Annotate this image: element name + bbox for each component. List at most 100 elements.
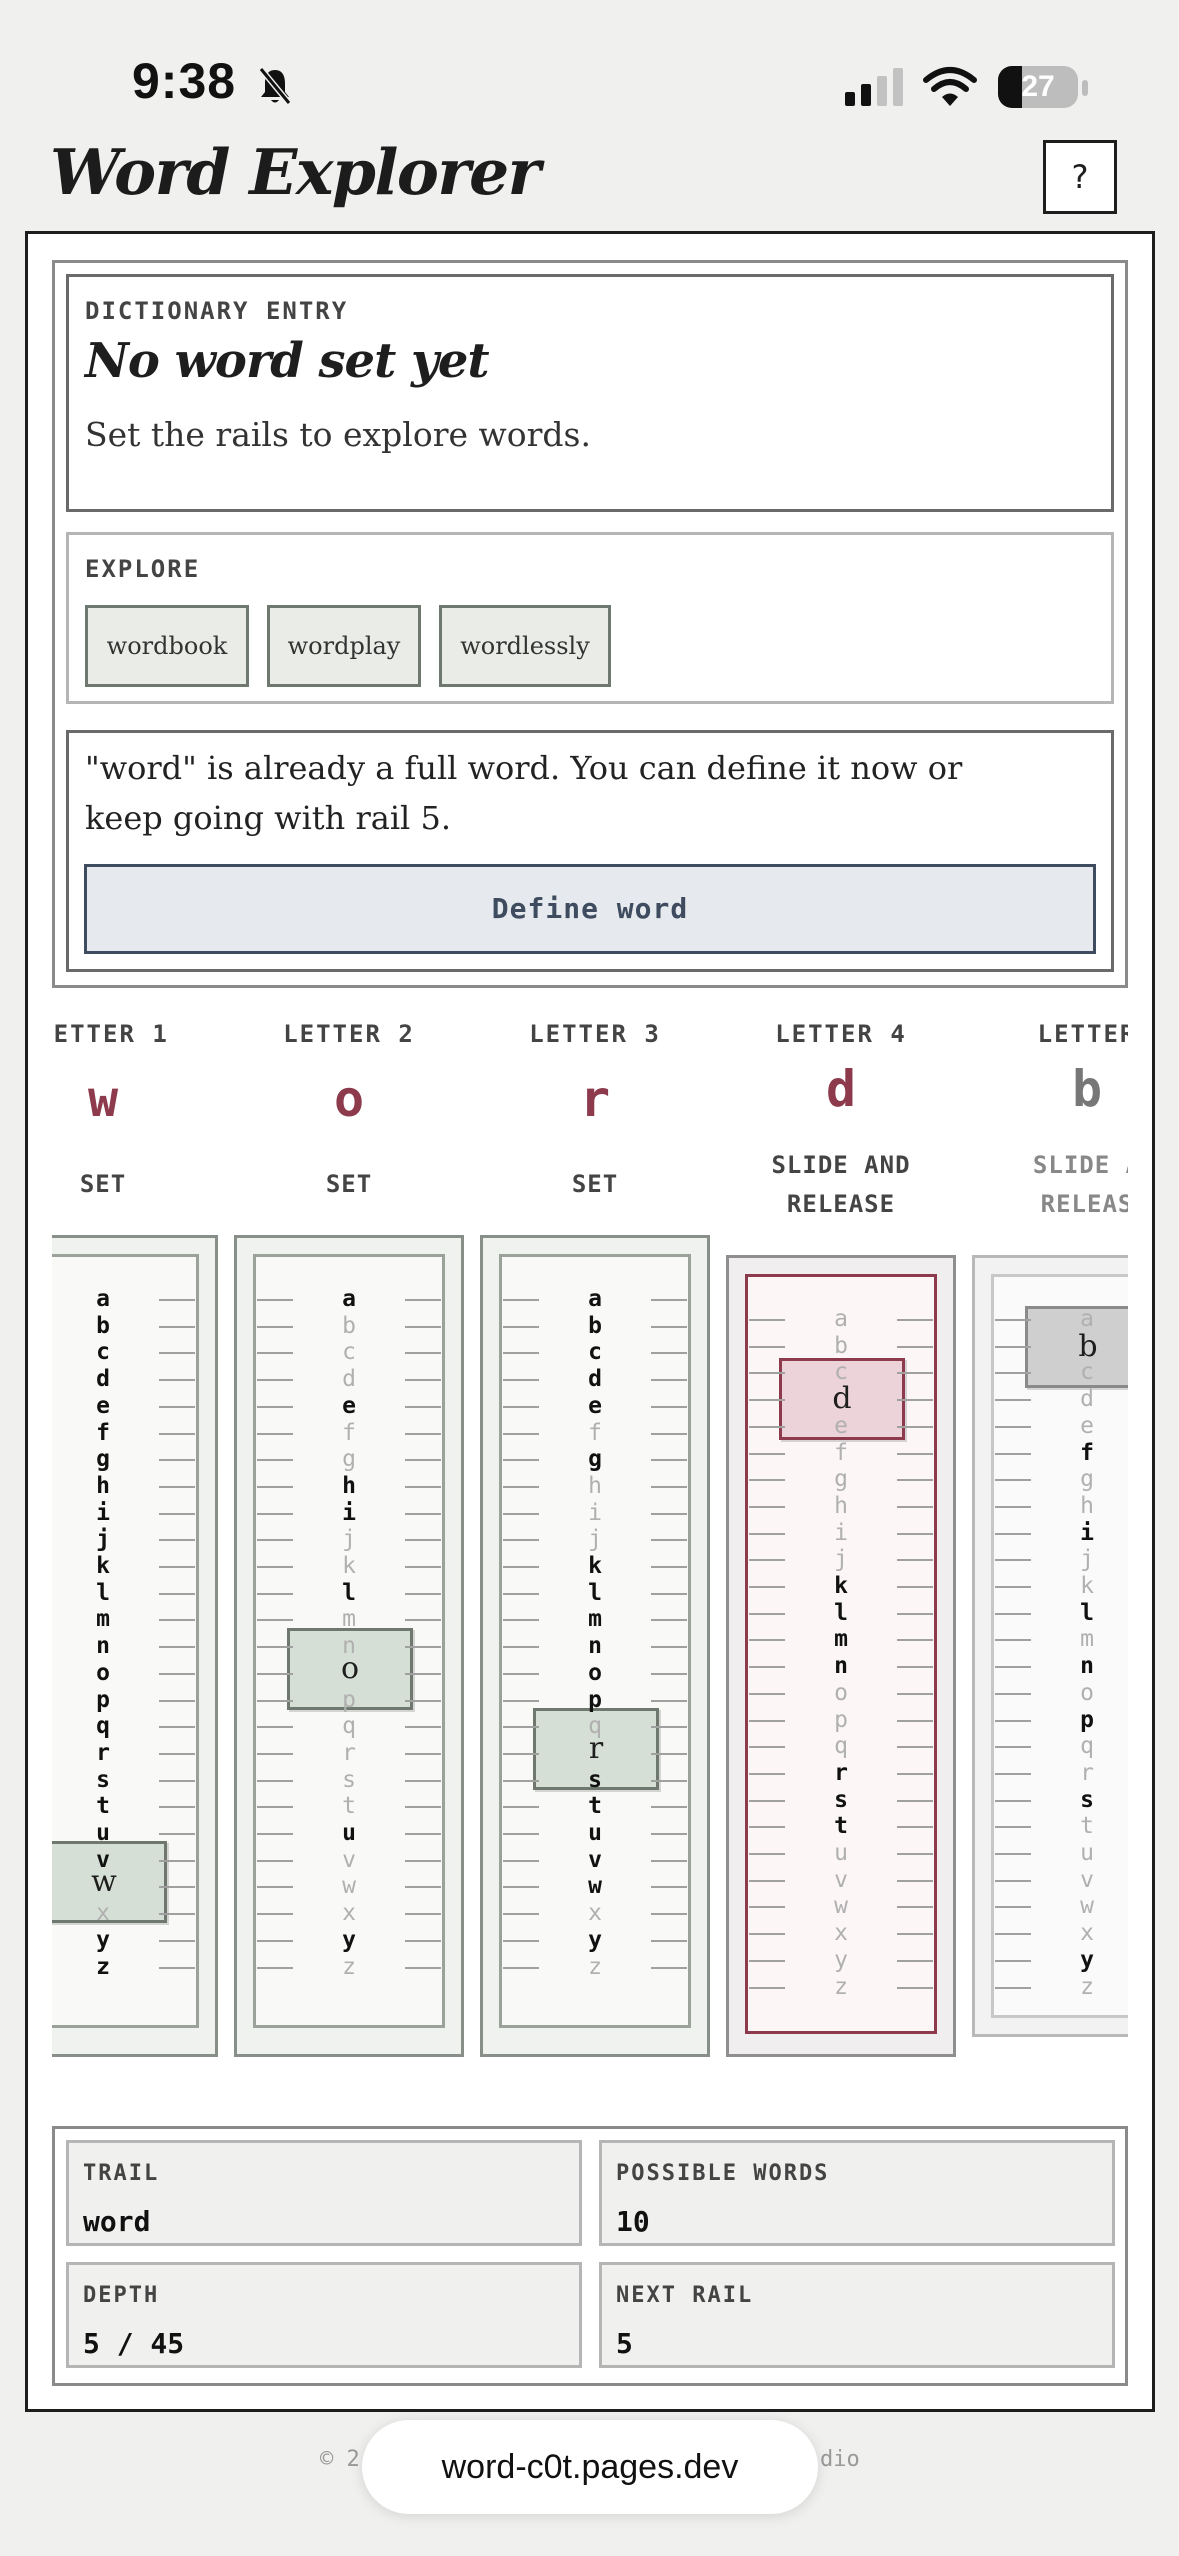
rail-letter-p[interactable]: p [746, 1707, 936, 1734]
rail-letter-m[interactable]: m [254, 1606, 444, 1633]
rail-letter-q[interactable]: q [52, 1713, 198, 1740]
rail-letter-c[interactable]: c [746, 1359, 936, 1386]
help-button[interactable]: ? [1043, 140, 1117, 214]
rail-letter-v[interactable]: v [992, 1867, 1128, 1894]
explore-chip-wordlessly[interactable]: wordlessly [439, 605, 611, 687]
rail-letter-e[interactable]: e [52, 1393, 198, 1420]
rail-letter-s[interactable]: s [746, 1787, 936, 1814]
rail-letter-b[interactable]: b [746, 1333, 936, 1360]
rail-letter-s[interactable]: s [500, 1767, 690, 1794]
rail-letter-h[interactable]: h [500, 1473, 690, 1500]
rail-letter-x[interactable]: x [52, 1900, 198, 1927]
rail-letter-d[interactable]: d [992, 1386, 1128, 1413]
rail-letter-q[interactable]: q [746, 1733, 936, 1760]
rail-letter-o[interactable]: o [746, 1680, 936, 1707]
rail-letter-s[interactable]: s [254, 1767, 444, 1794]
rail-letter-g[interactable]: g [746, 1466, 936, 1493]
rail-letter-u[interactable]: u [992, 1840, 1128, 1867]
rail-letter-y[interactable]: y [254, 1927, 444, 1954]
rail-letter-n[interactable]: n [992, 1653, 1128, 1680]
rail-track[interactable]: d abcefghijklmnopqrstuvwxyz [726, 1255, 956, 2057]
rail-letter-a[interactable]: a [254, 1286, 444, 1313]
rail-letter-k[interactable]: k [746, 1573, 936, 1600]
rail-letter-d[interactable]: d [500, 1366, 690, 1393]
rail-letter-j[interactable]: j [746, 1546, 936, 1573]
rail-letter-s[interactable]: s [992, 1787, 1128, 1814]
rail-letter-x[interactable]: x [992, 1920, 1128, 1947]
rail-track[interactable]: o abcdefghijklmnpqrstuvwxyz [234, 1235, 464, 2057]
rail-letter-e[interactable]: e [500, 1393, 690, 1420]
rail-letter-w[interactable]: w [500, 1873, 690, 1900]
rail-letter-b[interactable]: b [52, 1313, 198, 1340]
rail-letter-m[interactable]: m [992, 1626, 1128, 1653]
rail-letter-p[interactable]: p [254, 1687, 444, 1714]
rail-letter-j[interactable]: j [254, 1526, 444, 1553]
rail-letter-u[interactable]: u [52, 1820, 198, 1847]
rail-letter-x[interactable]: x [254, 1900, 444, 1927]
rail-letter-y[interactable]: y [52, 1927, 198, 1954]
rail-track[interactable]: b acdefghijklmnopqrstuvwxyz [972, 1255, 1128, 2037]
rail-letter-l[interactable]: l [992, 1600, 1128, 1627]
rail-letter-l[interactable]: l [746, 1600, 936, 1627]
rail-letter-w[interactable]: w [254, 1873, 444, 1900]
rail-letter-b[interactable]: b [500, 1313, 690, 1340]
rail-letter-f[interactable]: f [52, 1420, 198, 1447]
rail-letter-e[interactable]: e [746, 1413, 936, 1440]
rail-letter-b[interactable]: b [254, 1313, 444, 1340]
rail-letter-y[interactable]: y [746, 1947, 936, 1974]
rail-letter-m[interactable]: m [52, 1606, 198, 1633]
rail-letter-r[interactable]: r [746, 1760, 936, 1787]
rail-letter-t[interactable]: t [992, 1813, 1128, 1840]
rail-letter-f[interactable]: f [992, 1440, 1128, 1467]
rail-letter-m[interactable]: m [746, 1626, 936, 1653]
rail-letter-c[interactable]: c [254, 1339, 444, 1366]
rail-letter-u[interactable]: u [500, 1820, 690, 1847]
rail-letter-r[interactable]: r [992, 1760, 1128, 1787]
rail-letter-e[interactable]: e [254, 1393, 444, 1420]
rail-letter-g[interactable]: g [500, 1446, 690, 1473]
rail-letter-m[interactable]: m [500, 1606, 690, 1633]
rail-letter-p[interactable]: p [52, 1687, 198, 1714]
rail-letter-y[interactable]: y [500, 1927, 690, 1954]
rail-letter-n[interactable]: n [254, 1633, 444, 1660]
rail-letter-k[interactable]: k [52, 1553, 198, 1580]
rail-letter-v[interactable]: v [52, 1847, 198, 1874]
rail-letter-h[interactable]: h [254, 1473, 444, 1500]
explore-chip-wordplay[interactable]: wordplay [267, 605, 421, 687]
rail-letter-j[interactable]: j [500, 1526, 690, 1553]
rail-letter-p[interactable]: p [500, 1687, 690, 1714]
rail-letter-w[interactable]: w [992, 1893, 1128, 1920]
rail-letter-l[interactable]: l [52, 1580, 198, 1607]
rail-letter-u[interactable]: u [254, 1820, 444, 1847]
rail-letter-q[interactable]: q [992, 1733, 1128, 1760]
rail-letter-l[interactable]: l [500, 1580, 690, 1607]
rail-letter-z[interactable]: z [52, 1954, 198, 1981]
url-bar[interactable]: word-c0t.pages.dev [362, 2420, 818, 2514]
rail-letter-d[interactable]: d [52, 1366, 198, 1393]
rail-letter-h[interactable]: h [746, 1493, 936, 1520]
rail-letter-i[interactable]: i [992, 1520, 1128, 1547]
rail-letter-v[interactable]: v [500, 1847, 690, 1874]
rail-letter-q[interactable]: q [254, 1713, 444, 1740]
rail-track[interactable]: w abcdefghijklmnopqrstuvxyz [52, 1235, 218, 2057]
rail-letter-j[interactable]: j [52, 1526, 198, 1553]
rail-letter-c[interactable]: c [992, 1359, 1128, 1386]
define-word-button[interactable]: Define word [84, 864, 1096, 954]
rail-letter-i[interactable]: i [254, 1500, 444, 1527]
rail-letter-e[interactable]: e [992, 1413, 1128, 1440]
rail-letter-g[interactable]: g [254, 1446, 444, 1473]
rail-letter-a[interactable]: a [746, 1306, 936, 1333]
rail-letter-s[interactable]: s [52, 1767, 198, 1794]
rail-letter-o[interactable]: o [500, 1660, 690, 1687]
rail-letter-u[interactable]: u [746, 1840, 936, 1867]
rail-letter-r[interactable]: r [52, 1740, 198, 1767]
rail-letter-i[interactable]: i [52, 1500, 198, 1527]
rail-letter-a[interactable]: a [500, 1286, 690, 1313]
rail-letter-d[interactable]: d [254, 1366, 444, 1393]
rail-letter-k[interactable]: k [992, 1573, 1128, 1600]
rail-letter-t[interactable]: t [52, 1793, 198, 1820]
rail-letter-t[interactable]: t [746, 1813, 936, 1840]
rail-letter-h[interactable]: h [52, 1473, 198, 1500]
rail-letter-z[interactable]: z [992, 1974, 1128, 2001]
rail-letter-z[interactable]: z [254, 1954, 444, 1981]
